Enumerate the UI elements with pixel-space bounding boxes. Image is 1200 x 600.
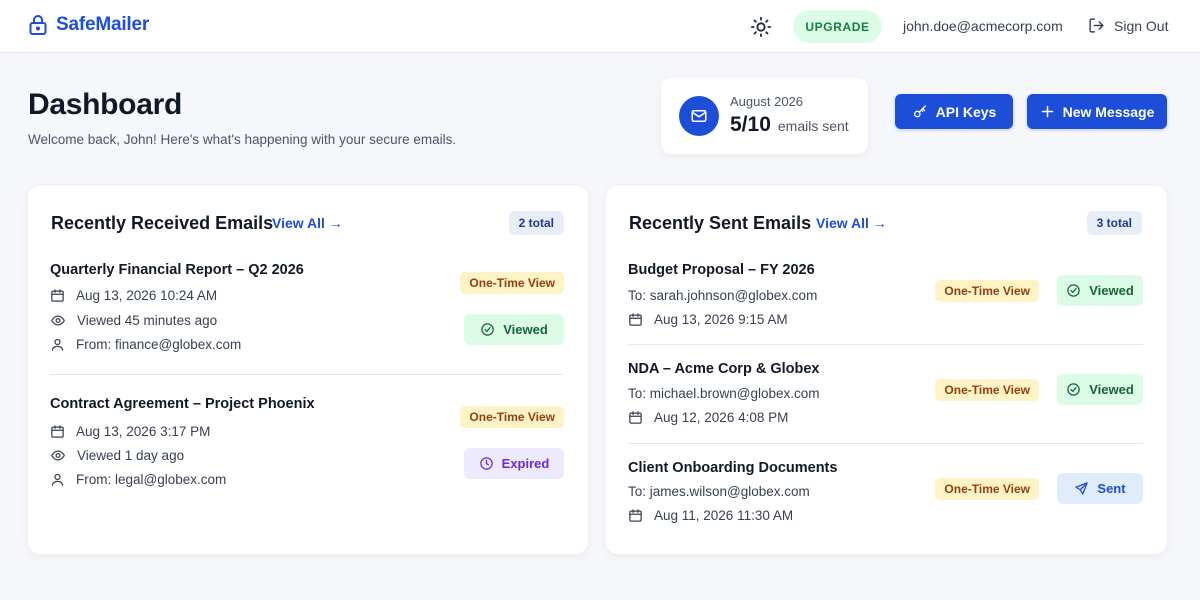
email-subject: NDA – Acme Corp & Globex bbox=[628, 361, 820, 377]
sent-email-item[interactable]: NDA – Acme Corp & Globex To: michael.bro… bbox=[628, 361, 1143, 441]
upgrade-button[interactable]: UPGRADE bbox=[793, 10, 882, 43]
usage-month: August 2026 bbox=[730, 94, 804, 109]
check-circle-icon bbox=[481, 323, 494, 336]
received-emails-panel: Recently Received Emails View All → 2 to… bbox=[28, 186, 588, 554]
plus-icon bbox=[1041, 105, 1053, 118]
email-date-row: Aug 13, 2026 10:24 AM bbox=[50, 288, 217, 303]
check-circle-icon bbox=[1067, 284, 1080, 297]
received-email-item[interactable]: Quarterly Financial Report – Q2 2026 Aug… bbox=[50, 262, 564, 372]
item-divider bbox=[628, 344, 1143, 345]
received-view-all-link[interactable]: View All → bbox=[272, 215, 343, 231]
brand-name: SafeMailer bbox=[56, 14, 150, 35]
eye-icon bbox=[51, 315, 65, 326]
check-circle-icon bbox=[1067, 383, 1080, 396]
received-total-badge: 2 total bbox=[508, 211, 564, 235]
email-recipient: To: james.wilson@globex.com bbox=[628, 484, 810, 499]
email-from: From: finance@globex.com bbox=[76, 337, 242, 352]
email-viewed-text: Viewed 45 minutes ago bbox=[77, 313, 218, 328]
sent-total-badge: 3 total bbox=[1086, 211, 1142, 235]
sent-view-all-link[interactable]: View All → bbox=[816, 215, 887, 231]
key-icon bbox=[913, 104, 926, 117]
usage-line: 5/10 emails sent bbox=[730, 113, 849, 137]
status-badge-expired: Expired bbox=[464, 448, 564, 479]
page-title: Dashboard bbox=[28, 88, 182, 121]
email-from-row: From: legal@globex.com bbox=[50, 472, 226, 487]
send-icon bbox=[1075, 482, 1089, 495]
api-keys-button[interactable]: API Keys bbox=[895, 94, 1013, 129]
status-label: Viewed bbox=[503, 322, 548, 337]
page-subtitle: Welcome back, John! Here's what's happen… bbox=[28, 132, 457, 147]
api-keys-label: API Keys bbox=[935, 103, 997, 120]
status-label: Sent bbox=[1097, 481, 1126, 496]
usage-label: emails sent bbox=[777, 118, 849, 134]
calendar-icon bbox=[629, 509, 642, 522]
one-time-view-badge: One-Time View bbox=[935, 478, 1039, 500]
status-label: Viewed bbox=[1089, 382, 1134, 397]
mail-icon bbox=[691, 110, 707, 122]
clock-icon bbox=[479, 457, 493, 470]
sent-panel-header: Recently Sent Emails View All → 3 total bbox=[606, 186, 1167, 258]
email-date: Aug 13, 2026 3:17 PM bbox=[76, 424, 211, 439]
status-badge-viewed: Viewed bbox=[1057, 275, 1143, 306]
email-viewed-row: Viewed 1 day ago bbox=[50, 448, 184, 463]
email-date-row: Aug 13, 2026 3:17 PM bbox=[50, 424, 210, 439]
email-viewed-text: Viewed 1 day ago bbox=[77, 448, 185, 463]
usage-card: August 2026 5/10 emails sent bbox=[661, 78, 868, 154]
email-subject: Client Onboarding Documents bbox=[628, 460, 838, 476]
email-from: From: legal@globex.com bbox=[76, 472, 227, 487]
email-date-row: Aug 11, 2026 11:30 AM bbox=[628, 508, 793, 523]
sun-icon bbox=[750, 16, 772, 38]
one-time-view-badge: One-Time View bbox=[460, 406, 564, 428]
one-time-view-badge: One-Time View bbox=[460, 272, 564, 294]
sign-out-label: Sign Out bbox=[1114, 17, 1169, 34]
sent-emails-panel: Recently Sent Emails View All → 3 total … bbox=[606, 186, 1167, 554]
user-icon bbox=[51, 338, 64, 351]
email-subject: Budget Proposal – FY 2026 bbox=[628, 262, 815, 278]
email-from-row: From: finance@globex.com bbox=[50, 337, 241, 352]
calendar-icon bbox=[629, 411, 642, 424]
email-subject: Contract Agreement – Project Phoenix bbox=[50, 396, 315, 412]
new-message-button[interactable]: New Message bbox=[1027, 94, 1167, 129]
status-badge-viewed: Viewed bbox=[464, 314, 564, 345]
received-panel-header: Recently Received Emails View All → 2 to… bbox=[28, 186, 588, 258]
sign-out-button[interactable]: Sign Out bbox=[1088, 17, 1168, 34]
new-message-label: New Message bbox=[1062, 103, 1155, 120]
status-label: Expired bbox=[501, 456, 550, 471]
user-icon bbox=[51, 473, 64, 486]
calendar-icon bbox=[51, 289, 64, 302]
email-viewed-row: Viewed 45 minutes ago bbox=[50, 313, 217, 328]
email-recipient: To: sarah.johnson@globex.com bbox=[628, 288, 818, 303]
calendar-icon bbox=[629, 313, 642, 326]
received-email-item[interactable]: Contract Agreement – Project Phoenix Aug… bbox=[50, 396, 564, 506]
one-time-view-badge: One-Time View bbox=[935, 280, 1039, 302]
sign-out-icon bbox=[1089, 18, 1104, 33]
email-date-row: Aug 12, 2026 4:08 PM bbox=[628, 410, 788, 425]
usage-icon-circle bbox=[679, 96, 719, 136]
received-panel-title: Recently Received Emails bbox=[51, 213, 274, 233]
email-date: Aug 11, 2026 11:30 AM bbox=[654, 508, 794, 523]
email-recipient: To: michael.brown@globex.com bbox=[628, 386, 820, 401]
email-date: Aug 13, 2026 10:24 AM bbox=[76, 288, 218, 303]
one-time-view-badge: One-Time View bbox=[935, 379, 1039, 401]
sent-email-item[interactable]: Budget Proposal – FY 2026 To: sarah.john… bbox=[628, 262, 1143, 342]
brand-logo[interactable]: SafeMailer bbox=[28, 14, 149, 36]
sent-panel-title: Recently Sent Emails bbox=[629, 213, 812, 233]
email-date: Aug 13, 2026 9:15 AM bbox=[654, 312, 788, 327]
status-badge-sent: Sent bbox=[1057, 473, 1143, 504]
calendar-icon bbox=[51, 425, 64, 438]
top-bar: SafeMailer UPGRADE john.doe@acmecorp.com… bbox=[0, 0, 1200, 53]
eye-icon bbox=[51, 450, 65, 461]
item-divider bbox=[628, 443, 1143, 444]
sent-email-item[interactable]: Client Onboarding Documents To: james.wi… bbox=[628, 460, 1143, 540]
user-email: john.doe@acmecorp.com bbox=[903, 18, 1063, 34]
lock-icon bbox=[29, 15, 47, 35]
email-subject: Quarterly Financial Report – Q2 2026 bbox=[50, 262, 304, 278]
item-divider bbox=[50, 374, 564, 375]
status-badge-viewed: Viewed bbox=[1057, 374, 1143, 405]
theme-toggle-button[interactable] bbox=[750, 16, 772, 38]
usage-count: 5/10 bbox=[730, 113, 771, 136]
status-label: Viewed bbox=[1089, 283, 1134, 298]
email-date: Aug 12, 2026 4:08 PM bbox=[654, 410, 789, 425]
email-date-row: Aug 13, 2026 9:15 AM bbox=[628, 312, 788, 327]
